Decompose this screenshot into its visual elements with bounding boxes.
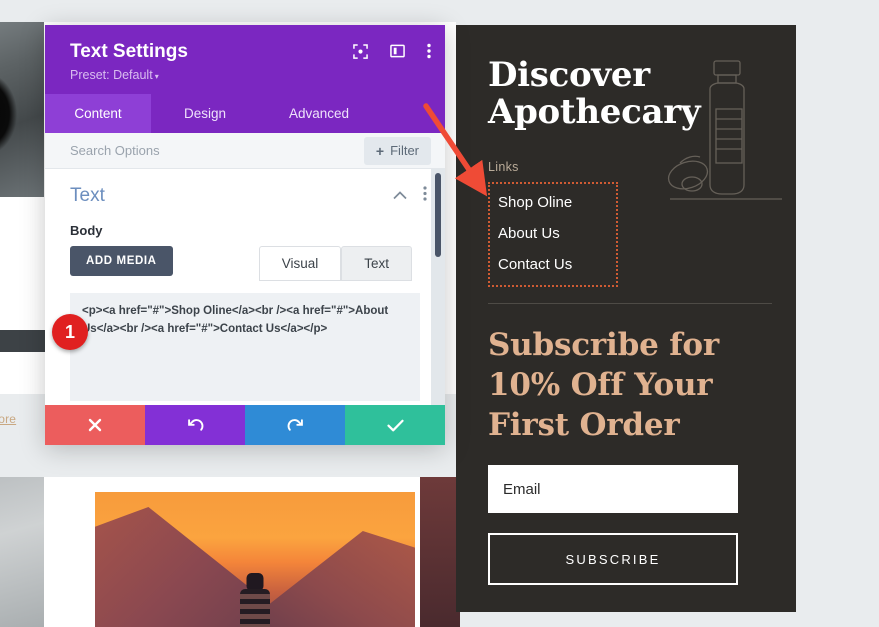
preset-selector[interactable]: Preset: Default ▾ bbox=[70, 68, 427, 82]
search-row: Search Options + Filter bbox=[45, 133, 445, 169]
modal-tabs: Content Design Advanced bbox=[45, 94, 445, 133]
panel-divider bbox=[488, 303, 772, 305]
add-media-button[interactable]: ADD MEDIA bbox=[70, 246, 173, 276]
site-footer-panel: Discover Apothecary Links Shop Oline Abo… bbox=[456, 25, 796, 612]
subscribe-button[interactable]: SUBSCRIBE bbox=[488, 533, 738, 586]
section-title: Text bbox=[70, 185, 105, 206]
more-vertical-icon[interactable] bbox=[427, 43, 431, 59]
cancel-button[interactable] bbox=[45, 405, 145, 445]
background-text-block bbox=[0, 330, 46, 352]
background-sunset-image bbox=[95, 492, 415, 627]
person-silhouette bbox=[240, 573, 270, 627]
tab-design[interactable]: Design bbox=[151, 94, 259, 133]
background-grey-image bbox=[0, 477, 44, 627]
panel-heading: Discover Apothecary bbox=[488, 55, 701, 132]
preset-label: Preset: Default bbox=[70, 68, 153, 82]
focus-icon[interactable] bbox=[353, 43, 368, 59]
body-field-label: Body bbox=[70, 223, 103, 238]
annotation-arrow bbox=[423, 103, 488, 197]
editor-toolbar: ADD MEDIA Visual Text bbox=[45, 246, 445, 281]
footer-links-highlight: Shop Oline About Us Contact Us bbox=[488, 182, 618, 288]
undo-icon bbox=[187, 418, 203, 431]
editor-mode-tabs: Visual Text bbox=[258, 246, 412, 281]
modal-header-icons bbox=[353, 43, 431, 59]
tab-advanced[interactable]: Advanced bbox=[259, 94, 379, 133]
tab-visual-editor[interactable]: Visual bbox=[258, 246, 342, 281]
footer-link-shop-online[interactable]: Shop Oline bbox=[498, 194, 616, 211]
undo-button[interactable] bbox=[145, 405, 245, 445]
modal-action-bar bbox=[45, 405, 445, 445]
footer-link-contact-us[interactable]: Contact Us bbox=[498, 256, 616, 273]
mountain-right bbox=[245, 531, 415, 627]
links-label: Links bbox=[488, 160, 519, 175]
code-editor-content: <p><a href="#">Shop Oline</a><br /><a hr… bbox=[82, 305, 389, 335]
chevron-down-icon: ▾ bbox=[154, 72, 159, 81]
background-dark-image bbox=[0, 22, 44, 197]
modal-header: Text Settings Preset: Default ▾ bbox=[45, 25, 445, 94]
text-section-header: Text bbox=[45, 169, 445, 217]
search-input[interactable]: Search Options bbox=[70, 143, 160, 158]
close-icon bbox=[88, 418, 102, 432]
save-button[interactable] bbox=[345, 405, 445, 445]
redo-icon bbox=[287, 418, 303, 431]
tab-text-editor[interactable]: Text bbox=[341, 246, 412, 281]
check-icon bbox=[386, 419, 404, 431]
background-right-strip bbox=[420, 477, 460, 627]
modal-body: Text Body ADD MEDIA Visual Text <p><a hr… bbox=[45, 169, 445, 405]
text-settings-modal: Text Settings Preset: Default ▾ Content … bbox=[45, 25, 445, 445]
subscribe-heading: Subscribe for 10% Off Your First Order bbox=[488, 327, 719, 443]
screenshot-root: more Discover Apothecary Links Shop bbox=[0, 0, 879, 627]
redo-button[interactable] bbox=[245, 405, 345, 445]
step-badge-1: 1 bbox=[52, 314, 88, 350]
footer-link-about-us[interactable]: About Us bbox=[498, 225, 616, 242]
read-more-link[interactable]: more bbox=[0, 412, 16, 426]
tab-content[interactable]: Content bbox=[45, 94, 151, 133]
layout-panel-icon[interactable] bbox=[390, 44, 405, 58]
email-field[interactable]: Email bbox=[488, 465, 738, 514]
filter-button-label: Filter bbox=[390, 143, 419, 158]
chevron-up-icon[interactable] bbox=[393, 187, 407, 205]
code-editor[interactable]: <p><a href="#">Shop Oline</a><br /><a hr… bbox=[70, 293, 420, 401]
panel-content: Discover Apothecary Links Shop Oline Abo… bbox=[488, 25, 772, 586]
plus-icon: + bbox=[375, 142, 385, 159]
